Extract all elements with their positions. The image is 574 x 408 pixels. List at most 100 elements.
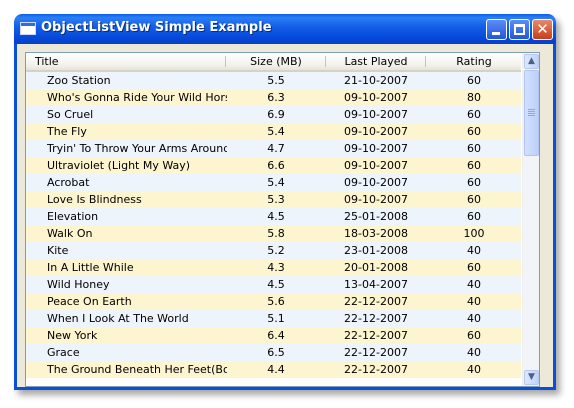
cell-size: 5.6 — [267, 295, 285, 308]
cell-size: 6.4 — [267, 329, 285, 342]
cell-size: 5.4 — [267, 176, 285, 189]
cell-last-played: 22-12-2007 — [344, 346, 408, 359]
grip-icon — [528, 109, 535, 116]
cell-size: 5.4 — [267, 125, 285, 138]
cell-title: Peace On Earth — [47, 295, 132, 308]
cell-rating: 40 — [467, 312, 481, 325]
window-title: ObjectListView Simple Example — [41, 20, 272, 35]
arrow-down-icon: ▼ — [528, 372, 535, 382]
table-row[interactable]: In A Little While 4.3 20-01-2008 60 — [26, 259, 521, 276]
cell-size: 5.5 — [267, 74, 285, 87]
cell-last-played: 20-01-2008 — [344, 261, 408, 274]
cell-size: 4.4 — [267, 363, 285, 376]
close-button[interactable]: ✕ — [532, 19, 553, 40]
scroll-thumb[interactable] — [524, 70, 539, 156]
cell-rating: 40 — [467, 244, 481, 257]
title-bar[interactable]: ObjectListView Simple Example ✕ — [14, 14, 556, 44]
cell-size: 4.5 — [267, 278, 285, 291]
table-row[interactable]: Zoo Station 5.5 21-10-2007 60 — [26, 72, 521, 89]
cell-size: 4.3 — [267, 261, 285, 274]
cell-last-played: 09-10-2007 — [344, 108, 408, 121]
window-client-area: Title Size (MB) Last Played Rating Zoo S… — [14, 44, 556, 390]
cell-rating: 60 — [467, 142, 481, 155]
cell-last-played: 09-10-2007 — [344, 142, 408, 155]
cell-rating: 60 — [467, 176, 481, 189]
cell-title: So Cruel — [47, 108, 94, 121]
table-row[interactable]: Love Is Blindness 5.3 09-10-2007 60 — [26, 191, 521, 208]
cell-title: Acrobat — [47, 176, 90, 189]
cell-last-played: 09-10-2007 — [344, 193, 408, 206]
table-row[interactable]: When I Look At The World 5.1 22-12-2007 40 — [26, 310, 521, 327]
cell-last-played: 22-12-2007 — [344, 295, 408, 308]
column-header-last-played[interactable]: Last Played — [326, 53, 426, 70]
cell-size: 6.5 — [267, 346, 285, 359]
cell-title: Love Is Blindness — [47, 193, 142, 206]
cell-title: The Ground Beneath Her Feet(Bon... — [47, 363, 227, 376]
minimize-button[interactable] — [486, 19, 507, 40]
cell-last-played: 25-01-2008 — [344, 210, 408, 223]
cell-rating: 40 — [467, 278, 481, 291]
cell-size: 4.5 — [267, 210, 285, 223]
table-row[interactable]: The Fly 5.4 09-10-2007 60 — [26, 123, 521, 140]
cell-size: 4.7 — [267, 142, 285, 155]
cell-rating: 60 — [467, 125, 481, 138]
cell-title: Elevation — [47, 210, 99, 223]
scroll-down-button[interactable]: ▼ — [524, 370, 539, 385]
column-header-rating[interactable]: Rating — [426, 53, 522, 70]
cell-title: Wild Honey — [47, 278, 110, 291]
table-row[interactable]: New York 6.4 22-12-2007 60 — [26, 327, 521, 344]
cell-rating: 60 — [467, 210, 481, 223]
cell-title: Walk On — [47, 227, 93, 240]
table-row[interactable]: Tryin' To Throw Your Arms Around... 4.7 09… — [26, 140, 521, 157]
cell-rating: 80 — [467, 91, 481, 104]
vertical-scrollbar[interactable]: ▲ ▼ — [522, 53, 539, 386]
column-header-title[interactable]: Title — [26, 53, 226, 70]
table-row[interactable]: Walk On 5.8 18-03-2008 100 — [26, 225, 521, 242]
table-row[interactable]: Kite 5.2 23-01-2008 40 — [26, 242, 521, 259]
cell-last-played: 23-01-2008 — [344, 244, 408, 257]
cell-title: When I Look At The World — [47, 312, 189, 325]
cell-title: Kite — [47, 244, 69, 257]
cell-rating: 60 — [467, 74, 481, 87]
cell-last-played: 13-04-2007 — [344, 278, 408, 291]
cell-size: 5.3 — [267, 193, 285, 206]
table-row[interactable]: Peace On Earth 5.6 22-12-2007 40 — [26, 293, 521, 310]
cell-rating: 60 — [467, 261, 481, 274]
column-header: Title Size (MB) Last Played Rating — [26, 53, 521, 72]
cell-last-played: 22-12-2007 — [344, 312, 408, 325]
column-header-size[interactable]: Size (MB) — [226, 53, 326, 70]
cell-last-played: 09-10-2007 — [344, 125, 408, 138]
cell-rating: 60 — [467, 108, 481, 121]
cell-last-played: 09-10-2007 — [344, 91, 408, 104]
cell-rating: 100 — [463, 227, 485, 240]
cell-size: 5.2 — [267, 244, 285, 257]
table-row[interactable]: Grace 6.5 22-12-2007 40 — [26, 344, 521, 361]
table-row[interactable]: Wild Honey 4.5 13-04-2007 40 — [26, 276, 521, 293]
table-row[interactable]: Ultraviolet (Light My Way) 6.6 09-10-2007 6… — [26, 157, 521, 174]
table-row[interactable]: Acrobat 5.4 09-10-2007 60 — [26, 174, 521, 191]
arrow-up-icon: ▲ — [528, 56, 535, 66]
cell-rating: 40 — [467, 295, 481, 308]
cell-last-played: 09-10-2007 — [344, 159, 408, 172]
cell-title: The Fly — [47, 125, 87, 138]
maximize-icon — [514, 24, 525, 35]
cell-rating: 60 — [467, 159, 481, 172]
cell-last-played: 09-10-2007 — [344, 176, 408, 189]
cell-size: 6.6 — [267, 159, 285, 172]
object-list-view[interactable]: Title Size (MB) Last Played Rating Zoo S… — [25, 52, 540, 387]
list-rows: Zoo Station 5.5 21-10-2007 60 Who's Gonna Ri… — [26, 72, 521, 378]
app-window: ObjectListView Simple Example ✕ Title Si… — [14, 14, 556, 390]
cell-size: 6.9 — [267, 108, 285, 121]
cell-title: In A Little While — [47, 261, 134, 274]
scroll-up-button[interactable]: ▲ — [524, 54, 539, 69]
table-row[interactable]: The Ground Beneath Her Feet(Bon... 4.4 22-… — [26, 361, 521, 378]
table-row[interactable]: Elevation 4.5 25-01-2008 60 — [26, 208, 521, 225]
table-row[interactable]: So Cruel 6.9 09-10-2007 60 — [26, 106, 521, 123]
cell-last-played: 22-12-2007 — [344, 329, 408, 342]
cell-rating: 60 — [467, 329, 481, 342]
cell-size: 6.3 — [267, 91, 285, 104]
table-row[interactable]: Who's Gonna Ride Your Wild Horses 6.3 09-1… — [26, 89, 521, 106]
cell-title: Tryin' To Throw Your Arms Around... — [47, 142, 227, 155]
minimize-icon — [492, 32, 500, 35]
maximize-button[interactable] — [509, 19, 530, 40]
